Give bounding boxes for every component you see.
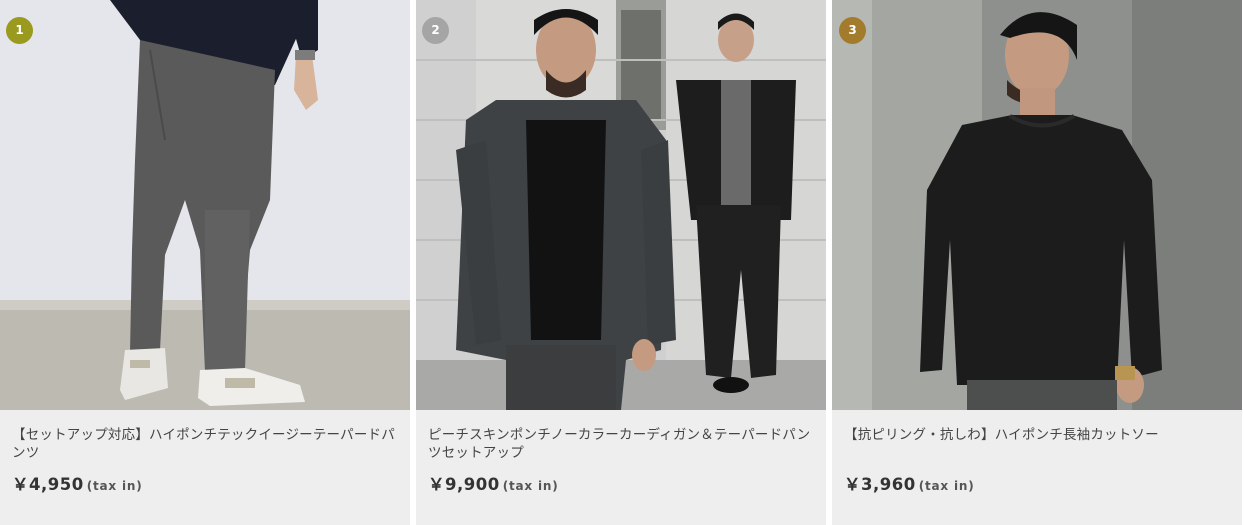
- rank-badge: 1: [6, 17, 33, 44]
- product-photo[interactable]: 2: [416, 0, 826, 410]
- product-title[interactable]: 【セットアップ対応】ハイポンチテックイージーテーパードパンツ: [12, 426, 404, 462]
- product-info: 【セットアップ対応】ハイポンチテックイージーテーパードパンツ ￥4,950 (ta…: [0, 410, 410, 525]
- product-price: ￥9,900 (tax in): [428, 471, 558, 495]
- tax-label: (tax in): [918, 479, 975, 493]
- product-photo[interactable]: 1: [0, 0, 410, 410]
- product-title[interactable]: ピーチスキンポンチノーカラーカーディガン＆テーパードパンツセットアップ: [428, 426, 820, 462]
- tax-label: (tax in): [86, 479, 143, 493]
- price-value: ￥9,900: [428, 475, 500, 494]
- product-photo[interactable]: 3: [832, 0, 1242, 410]
- product-card[interactable]: 3 【抗ピリング・抗しわ】ハイポンチ長袖カットソー ￥3,960 (tax in): [832, 0, 1242, 525]
- product-ranking-grid: 1 【セットアップ対応】ハイポンチテックイージーテーパードパンツ ￥4,950(…: [0, 0, 1244, 525]
- rank-badge: 2: [422, 17, 449, 44]
- product-title[interactable]: 【抗ピリング・抗しわ】ハイポンチ長袖カットソー: [844, 426, 1236, 444]
- product-card[interactable]: 1 【セットアップ対応】ハイポンチテックイージーテーパードパンツ ￥4,950(…: [0, 0, 410, 525]
- product-image-cutsew: [832, 0, 1242, 410]
- tax-label: (tax in): [502, 479, 559, 493]
- price-value: ￥4,950: [12, 475, 84, 494]
- product-price: ￥4,950 (tax in): [12, 471, 142, 495]
- price-value: ￥3,960: [844, 475, 916, 494]
- product-info: ピーチスキンポンチノーカラーカーディガン＆テーパードパンツセットアップ ￥9,9…: [416, 410, 826, 525]
- product-info: 【抗ピリング・抗しわ】ハイポンチ長袖カットソー ￥3,960 (tax in): [832, 410, 1242, 525]
- rank-badge: 3: [839, 17, 866, 44]
- product-image-setup: [416, 0, 826, 410]
- product-image-pants: [0, 0, 410, 410]
- product-price: ￥3,960 (tax in): [844, 471, 974, 495]
- product-card[interactable]: 2 ピーチスキンポンチノーカラーカーディガン＆テーパードパンツセットアップ ￥9…: [416, 0, 826, 525]
